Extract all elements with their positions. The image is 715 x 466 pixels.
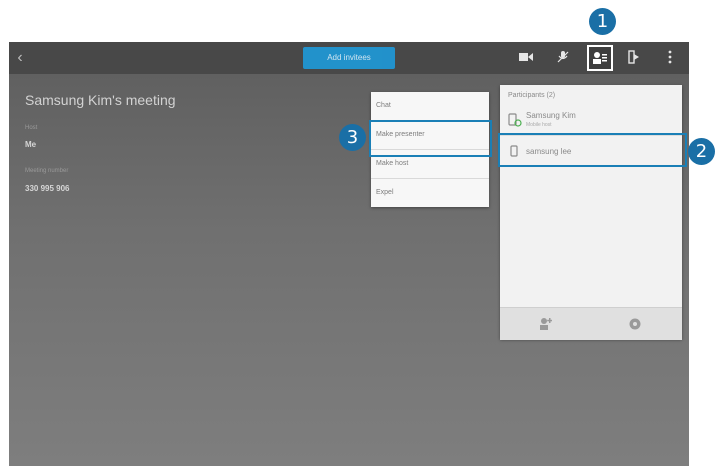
add-invitees-button[interactable]: Add invitees (303, 47, 395, 69)
app-screen: ‹ Add invitees Samsung Kim's meeting Hos… (9, 42, 689, 466)
top-bar: ‹ Add invitees (9, 42, 689, 74)
host-label: Host (25, 125, 38, 131)
participants-header: Participants (2) (508, 92, 556, 99)
video-camera-icon[interactable] (518, 50, 534, 66)
phone-check-icon (508, 113, 522, 127)
participants-panel: Participants (2) Samsung Kim Mobile host… (500, 85, 682, 340)
mute-mic-icon[interactable] (555, 50, 571, 66)
participants-actions-bar (500, 307, 682, 340)
highlight-make-presenter (369, 120, 492, 157)
meeting-number-label: Meeting number (25, 168, 69, 174)
participant-name: Samsung Kim (526, 111, 576, 120)
meeting-number-value: 330 995 906 (25, 184, 70, 193)
back-arrow-icon[interactable]: ‹ (13, 49, 27, 67)
more-vertical-icon[interactable] (662, 50, 678, 66)
menu-item-chat[interactable]: Chat (371, 92, 489, 121)
meeting-title: Samsung Kim's meeting (25, 92, 176, 108)
exit-icon[interactable] (626, 50, 642, 66)
highlight-participant (498, 133, 687, 167)
participants-button[interactable] (587, 45, 613, 71)
callout-1: 1 (589, 8, 616, 35)
participant-sub: Mobile host (526, 122, 552, 128)
callout-3: 3 (339, 124, 366, 151)
participant-row[interactable]: Samsung Kim Mobile host (500, 105, 682, 136)
settings-icon[interactable] (628, 317, 642, 331)
participants-icon (593, 52, 607, 64)
host-value: Me (25, 140, 37, 149)
callout-2: 2 (688, 138, 715, 165)
menu-item-expel[interactable]: Expel (371, 179, 489, 207)
add-person-icon[interactable] (538, 317, 552, 331)
